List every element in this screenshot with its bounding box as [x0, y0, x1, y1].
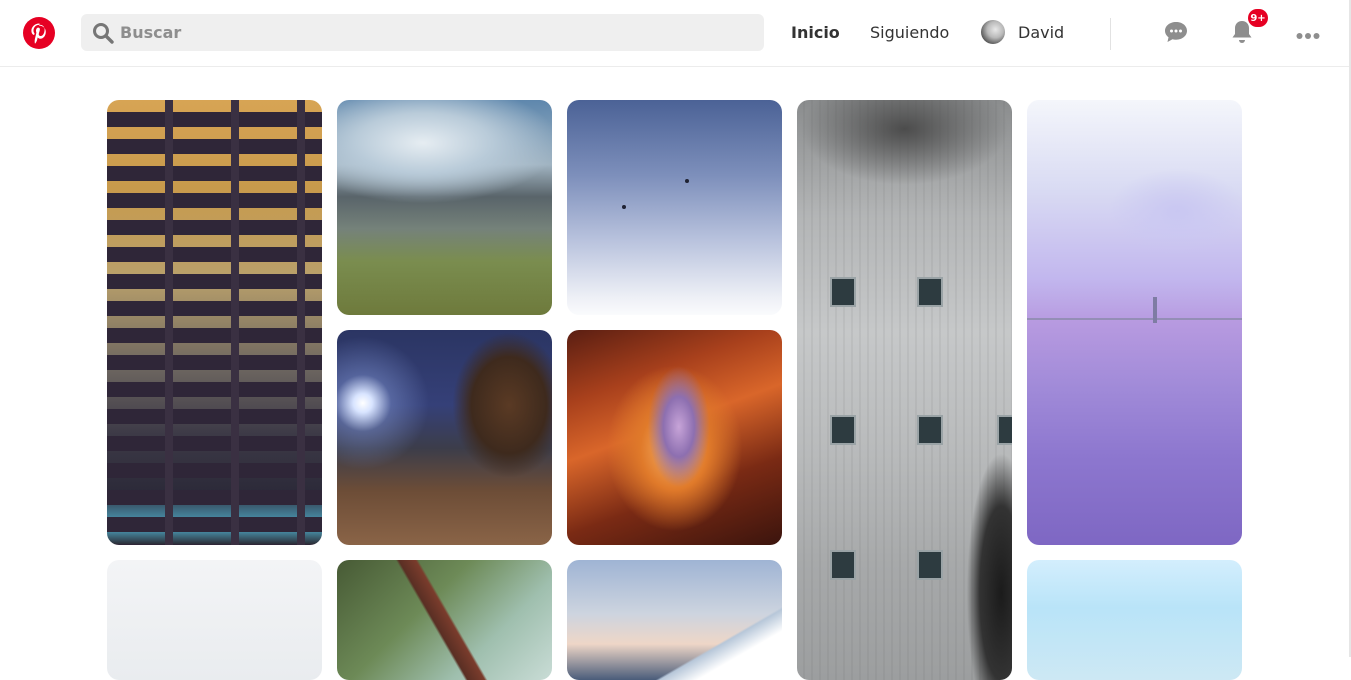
wall-window [830, 550, 856, 580]
header-divider [1110, 18, 1111, 50]
pin-foggy-white[interactable] [107, 560, 322, 680]
pin-weathered-wall-windows[interactable] [797, 100, 1012, 680]
wall-window [917, 415, 943, 445]
profile-button[interactable]: David [981, 20, 1064, 44]
wall-window [830, 415, 856, 445]
search-bar[interactable] [81, 14, 764, 51]
wall-window [917, 550, 943, 580]
chat-bubble-icon [1163, 20, 1189, 48]
top-navigation-bar: Inicio Siguiendo David 9+ [0, 0, 1351, 67]
pin-building-windows-night[interactable] [107, 100, 322, 545]
wall-window [997, 415, 1012, 445]
pin-blue-sky-clouds[interactable] [1027, 560, 1242, 680]
profile-name: David [1018, 22, 1065, 42]
pin-purple-sea-bridge[interactable] [1027, 100, 1242, 545]
pin-snowy-mountain-peak[interactable] [567, 560, 782, 680]
messages-button[interactable] [1160, 18, 1192, 50]
bird [622, 205, 626, 209]
pin-misty-mountain-valley[interactable] [337, 100, 552, 315]
bridge-line [1027, 318, 1242, 320]
bird [685, 179, 689, 183]
nav-home-link[interactable]: Inicio [791, 22, 840, 44]
search-icon [92, 22, 114, 44]
notification-badge: 9+ [1248, 9, 1268, 27]
pin-balanced-rock-night[interactable] [337, 330, 552, 545]
search-input[interactable] [120, 17, 720, 48]
pinterest-logo-icon[interactable] [22, 16, 56, 50]
pin-forest-train-window[interactable] [337, 560, 552, 680]
pin-antelope-canyon[interactable] [567, 330, 782, 545]
nav-following-link[interactable]: Siguiendo [870, 22, 949, 44]
avatar [981, 20, 1005, 44]
wall-window [917, 277, 943, 307]
pin-birds-in-sky[interactable] [567, 100, 782, 315]
more-dots-icon [1296, 25, 1320, 44]
wall-window [830, 277, 856, 307]
bridge-tower [1153, 297, 1157, 323]
more-options-button[interactable] [1292, 18, 1324, 50]
